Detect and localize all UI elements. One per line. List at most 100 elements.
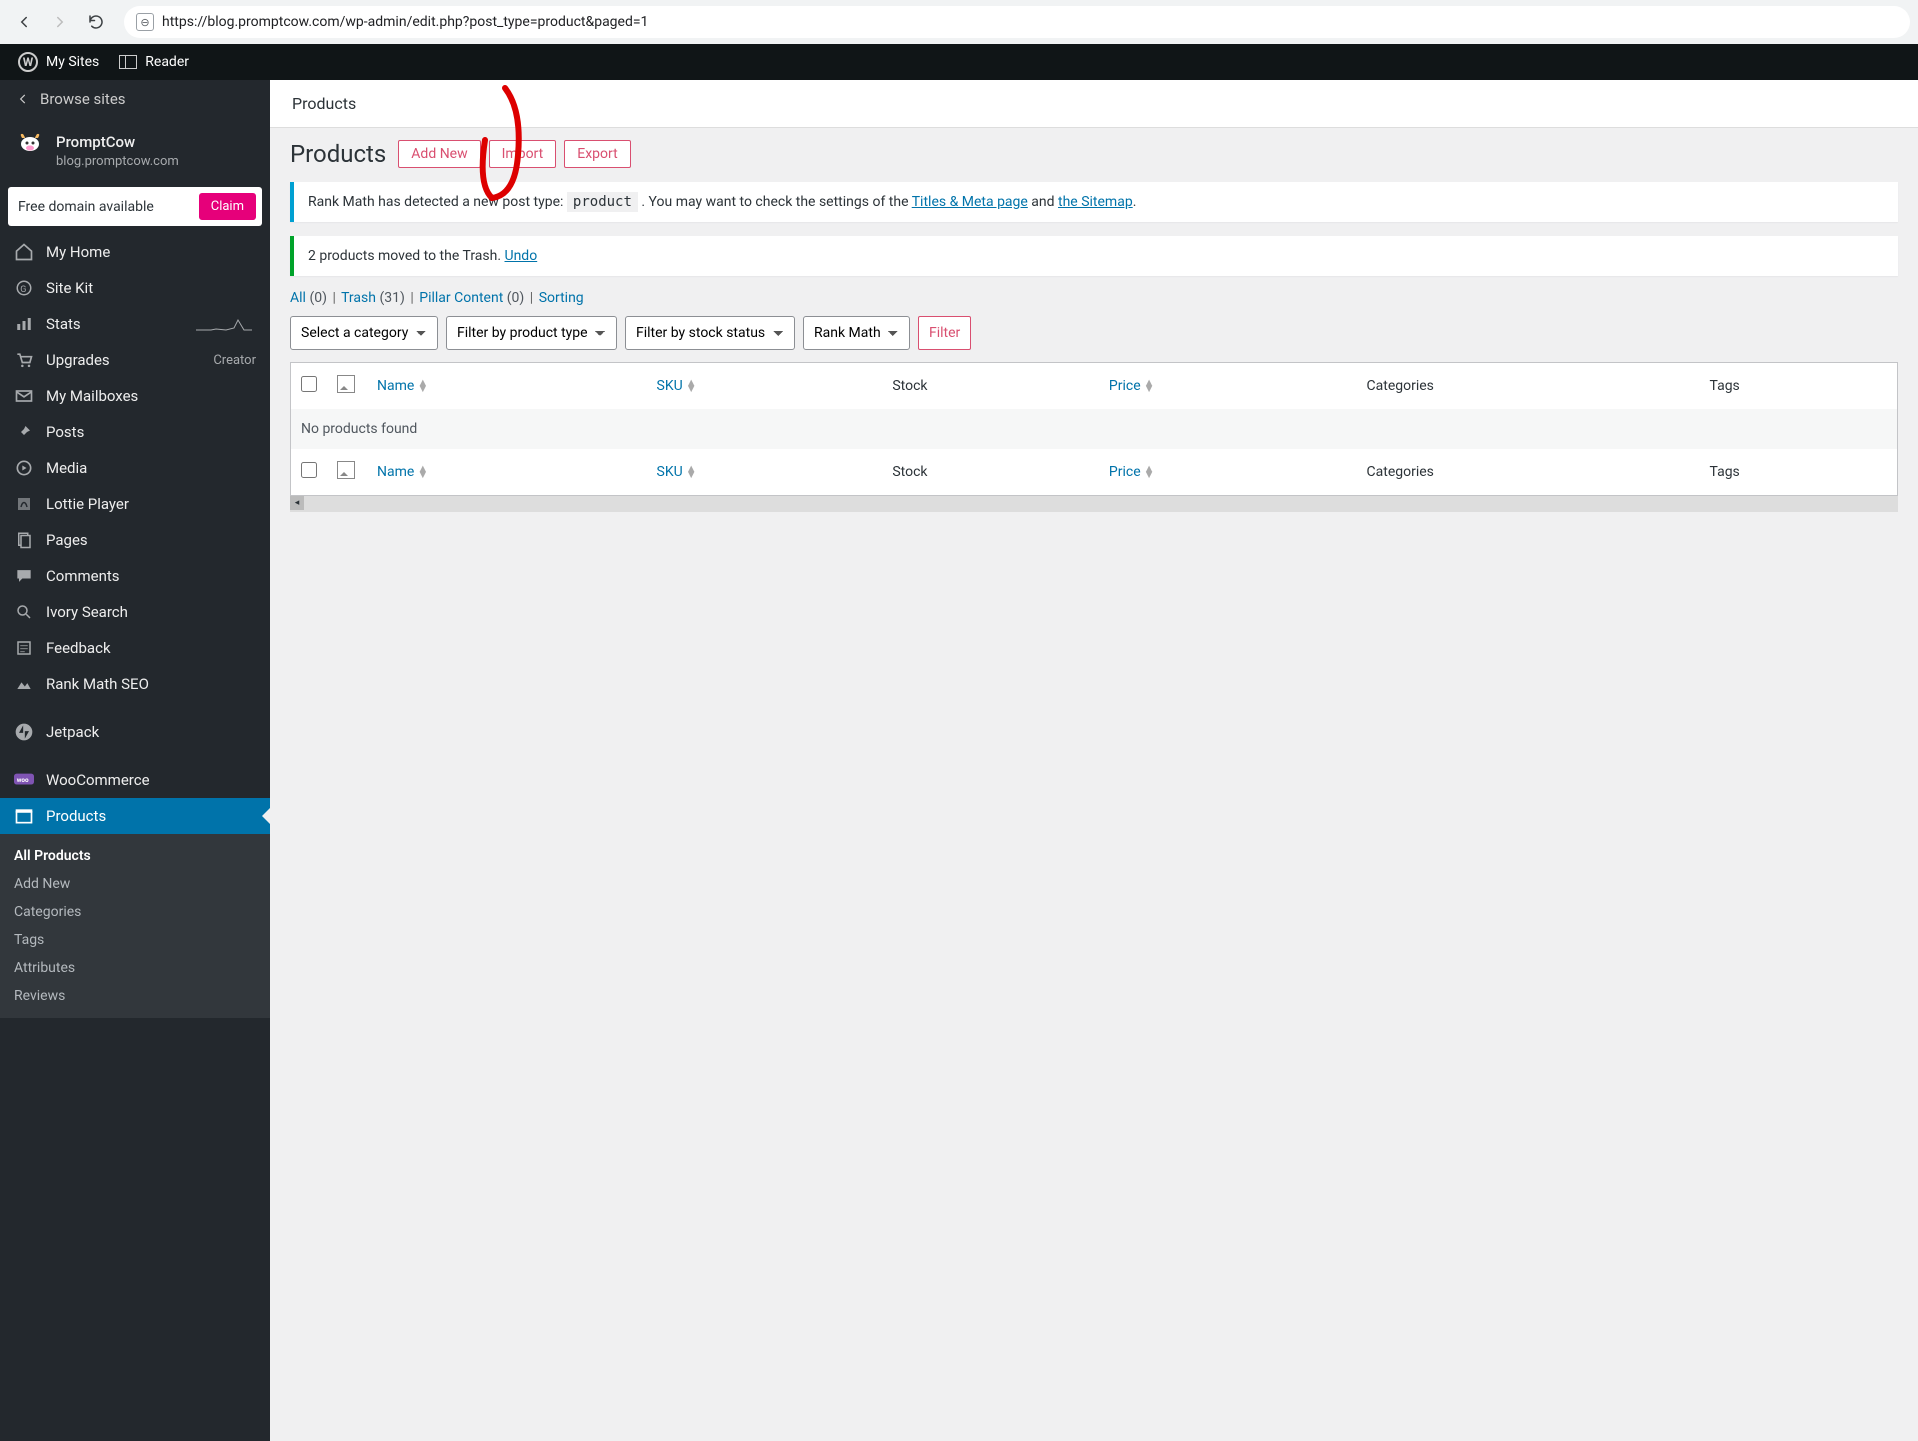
sidebar-item-upgrades[interactable]: UpgradesCreator [0,342,270,378]
claim-domain-box: Free domain available Claim [8,187,262,226]
url-text: https://blog.promptcow.com/wp-admin/edit… [162,14,648,30]
sidebar-item-mailboxes[interactable]: My Mailboxes [0,378,270,414]
stock-status-select[interactable]: Filter by stock status [625,316,795,350]
reader-link[interactable]: Reader [109,44,199,80]
rankmath-icon [14,674,34,694]
sidebar-item-woocommerce[interactable]: wooWooCommerce [0,762,270,798]
col-price-foot[interactable]: Price [1109,464,1141,480]
reload-button[interactable] [80,6,112,38]
undo-link[interactable]: Undo [505,248,538,264]
col-tags-foot: Tags [1700,449,1898,495]
sidebar-item-products[interactable]: Products [0,798,270,834]
sidebar-item-stats[interactable]: Stats [0,306,270,342]
import-button[interactable]: Import [489,140,557,168]
products-submenu: All Products Add New Categories Tags Att… [0,834,270,1018]
sidebar-item-media[interactable]: Media [0,450,270,486]
sidebar-item-feedback[interactable]: Feedback [0,630,270,666]
view-filters: All (0) | Trash (31) | Pillar Content (0… [290,290,1898,306]
plan-badge: Creator [213,353,256,368]
search-icon [14,602,34,622]
svg-text:woo: woo [17,776,29,784]
back-button[interactable] [8,6,40,38]
claim-text: Free domain available [18,199,154,215]
filter-trash[interactable]: Trash [341,290,376,306]
col-name[interactable]: Name [377,378,414,394]
post-type-code: product [567,192,638,212]
filter-bar: Select a category Filter by product type… [290,316,1898,350]
rankmath-select[interactable]: Rank Math [803,316,910,350]
address-bar[interactable]: ⊖ https://blog.promptcow.com/wp-admin/ed… [124,6,1910,38]
cart-icon [14,350,34,370]
filter-pillar[interactable]: Pillar Content [419,290,503,306]
submenu-add-new[interactable]: Add New [0,870,270,898]
claim-button[interactable]: Claim [199,193,256,220]
titles-meta-link[interactable]: Titles & Meta page [912,194,1028,210]
main-content: Products Products Add New Import Export … [270,80,1918,1441]
google-icon: G [14,278,34,298]
sparkline-icon [196,316,256,332]
submenu-reviews[interactable]: Reviews [0,982,270,1010]
sidebar-item-ivorysearch[interactable]: Ivory Search [0,594,270,630]
col-sku-foot[interactable]: SKU [657,464,683,480]
admin-sidebar: Browse sites PromptCow blog.promptcow.co… [0,80,270,1441]
category-select[interactable]: Select a category [290,316,438,350]
browse-sites-link[interactable]: Browse sites [0,80,270,118]
sidebar-item-comments[interactable]: Comments [0,558,270,594]
export-button[interactable]: Export [564,140,630,168]
submenu-categories[interactable]: Categories [0,898,270,926]
sort-icon: ▲▼ [686,466,697,478]
select-all-checkbox[interactable] [301,376,317,392]
site-name: PromptCow [56,133,135,151]
browser-toolbar: ⊖ https://blog.promptcow.com/wp-admin/ed… [0,0,1918,44]
horizontal-scrollbar[interactable]: ◂ [290,496,1898,512]
trash-notice: 2 products moved to the Trash. Undo [290,236,1898,276]
arrow-right-icon [51,13,69,31]
submenu-all-products[interactable]: All Products [0,842,270,870]
select-all-checkbox-foot[interactable] [301,462,317,478]
sort-icon: ▲▼ [417,380,428,392]
filter-sorting[interactable]: Sorting [539,290,584,306]
my-sites-link[interactable]: W My Sites [8,44,109,80]
site-settings-icon[interactable]: ⊖ [136,13,154,31]
scroll-left-button[interactable]: ◂ [290,496,304,510]
col-name-foot[interactable]: Name [377,464,414,480]
sidebar-item-posts[interactable]: Posts [0,414,270,450]
pin-icon [14,422,34,442]
sort-icon: ▲▼ [417,466,428,478]
submenu-attributes[interactable]: Attributes [0,954,270,982]
page-title: Products [290,140,390,168]
pages-icon [14,530,34,550]
col-tags: Tags [1700,363,1898,409]
add-new-button[interactable]: Add New [398,140,480,168]
svg-text:G: G [20,285,26,295]
filter-all[interactable]: All [290,290,306,306]
sidebar-item-lottie[interactable]: Lottie Player [0,486,270,522]
col-price[interactable]: Price [1109,378,1141,394]
lottie-icon [14,494,34,514]
media-icon [14,458,34,478]
sidebar-item-rankmath[interactable]: Rank Math SEO [0,666,270,702]
arrow-left-icon [15,13,33,31]
col-sku[interactable]: SKU [657,378,683,394]
sidebar-item-sitekit[interactable]: GSite Kit [0,270,270,306]
wordpress-icon: W [18,52,38,72]
jetpack-icon [14,722,34,742]
col-categories: Categories [1357,363,1700,409]
sort-icon: ▲▼ [1144,466,1155,478]
my-sites-label: My Sites [46,54,99,70]
chevron-left-icon [16,92,30,106]
sitemap-link[interactable]: the Sitemap [1058,194,1133,210]
col-stock-foot: Stock [882,449,1099,495]
forward-button[interactable] [44,6,76,38]
wp-admin-bar: W My Sites Reader [0,44,1918,80]
bars-icon [14,314,34,334]
sidebar-item-myhome[interactable]: My Home [0,234,270,270]
products-table: Name▲▼ SKU▲▼ Stock Price▲▼ Categories Ta… [291,363,1897,495]
filter-button[interactable]: Filter [918,316,971,350]
archive-icon [14,806,34,826]
product-type-select[interactable]: Filter by product type [446,316,617,350]
submenu-tags[interactable]: Tags [0,926,270,954]
site-logo-icon [16,128,44,156]
sidebar-item-pages[interactable]: Pages [0,522,270,558]
sidebar-item-jetpack[interactable]: Jetpack [0,714,270,750]
